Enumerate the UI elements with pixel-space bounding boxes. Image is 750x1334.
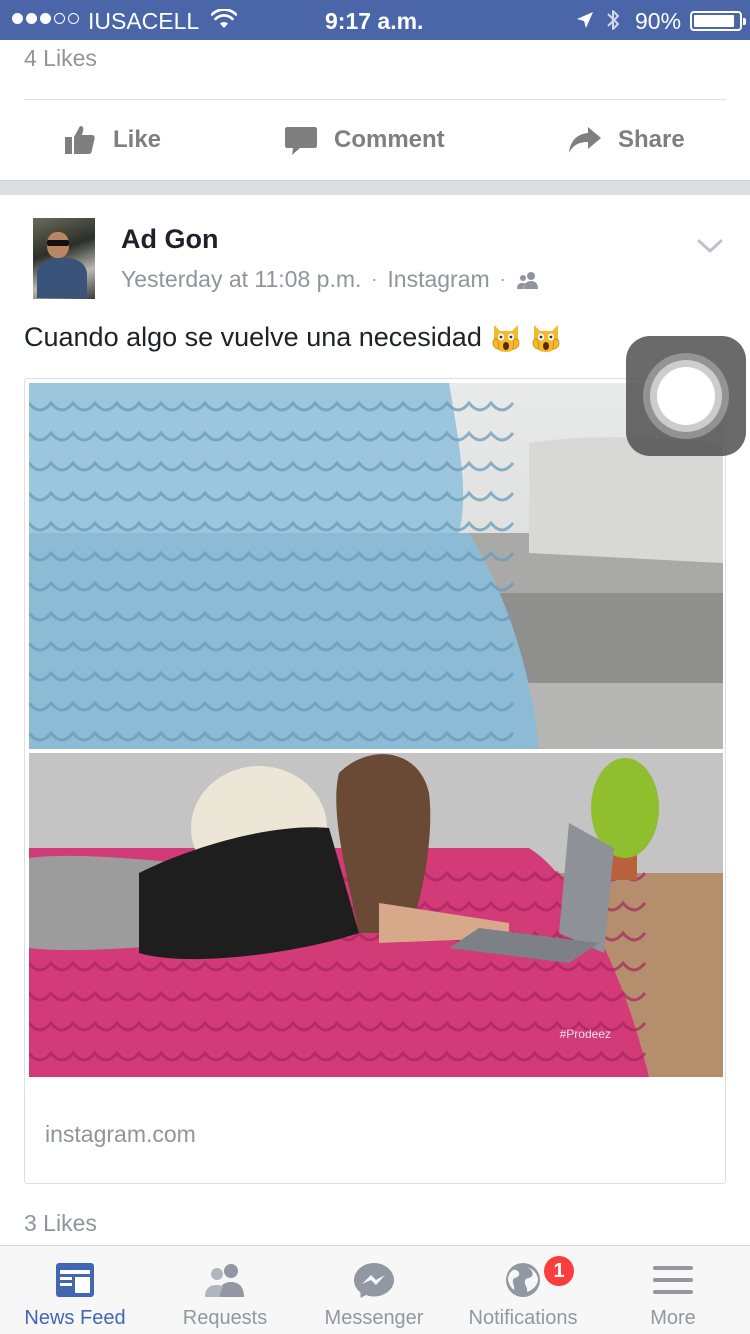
post-author[interactable]: Ad Gon xyxy=(121,224,218,255)
tab-label: Requests xyxy=(182,1307,268,1329)
tab-label: Messenger xyxy=(324,1307,424,1329)
clock: 9:17 a.m. xyxy=(325,8,424,34)
post-timestamp[interactable]: Yesterday at 11:08 p.m. xyxy=(121,266,361,293)
tab-bar: News Feed Requests Messenger 1 Notificat… xyxy=(0,1245,750,1334)
signal-strength-icon xyxy=(12,13,79,24)
battery-icon xyxy=(690,11,746,31)
scream-cat-emoji-icon xyxy=(492,325,520,352)
comment-label: Comment xyxy=(334,126,445,153)
globe-icon xyxy=(506,1263,540,1297)
knit-blanket-image xyxy=(29,383,723,749)
tab-messenger[interactable]: Messenger xyxy=(299,1246,449,1334)
post-source[interactable]: Instagram xyxy=(387,266,489,293)
share-button[interactable]: Share xyxy=(568,100,685,180)
battery-percent: 90% xyxy=(635,8,682,34)
carrier-name: IUSACELL xyxy=(88,8,200,34)
scream-cat-emoji-icon xyxy=(532,325,560,352)
photo-credit: #Prodeez xyxy=(559,1027,611,1041)
knit-rug-photo[interactable]: #Prodeez xyxy=(29,753,723,1077)
post-meta: Yesterday at 11:08 p.m. · Instagram · xyxy=(121,266,540,293)
avatar[interactable] xyxy=(33,218,95,299)
chevron-down-icon[interactable] xyxy=(696,236,724,256)
link-preview-card[interactable]: #Prodeez instagram.com xyxy=(24,378,726,1184)
post-action-bar: Like Comment Share xyxy=(0,100,750,180)
post-message-text: Cuando algo se vuelve una necesidad xyxy=(24,321,482,352)
link-domain[interactable]: instagram.com xyxy=(45,1121,196,1148)
messenger-icon xyxy=(354,1263,394,1298)
post-message: Cuando algo se vuelve una necesidad xyxy=(24,321,562,353)
news-feed-icon xyxy=(56,1263,94,1297)
tab-notifications[interactable]: 1 Notifications xyxy=(448,1246,598,1334)
meta-separator: · xyxy=(499,269,506,289)
tab-label: More xyxy=(650,1307,696,1329)
tab-requests[interactable]: Requests xyxy=(150,1246,300,1334)
friends-audience-icon[interactable] xyxy=(516,270,540,290)
share-label: Share xyxy=(618,126,685,153)
meta-separator: · xyxy=(371,269,378,289)
previous-post-likes[interactable]: 4 Likes xyxy=(24,45,97,72)
bluetooth-icon xyxy=(607,10,619,30)
feed-separator xyxy=(0,180,750,195)
requests-icon xyxy=(205,1264,244,1297)
tab-more[interactable]: More xyxy=(598,1246,748,1334)
tab-label: Notifications xyxy=(468,1307,578,1329)
notification-badge: 1 xyxy=(542,1254,576,1288)
post-likes[interactable]: 3 Likes xyxy=(24,1210,97,1237)
tab-news-feed[interactable]: News Feed xyxy=(0,1246,150,1334)
location-arrow-icon xyxy=(577,12,593,28)
like-label: Like xyxy=(113,126,162,153)
wifi-icon xyxy=(211,9,237,28)
tab-label: News Feed xyxy=(24,1307,126,1329)
comment-button[interactable]: Comment xyxy=(284,100,445,180)
comment-bubble-icon xyxy=(285,127,317,155)
knit-rug-image xyxy=(29,753,723,1077)
like-button[interactable]: Like xyxy=(63,100,161,180)
knit-blanket-photo[interactable] xyxy=(29,383,723,749)
menu-icon xyxy=(653,1266,693,1294)
status-bar: IUSACELL 9:17 a.m. 90% xyxy=(0,0,750,40)
thumbs-up-icon xyxy=(65,126,95,154)
share-arrow-icon xyxy=(569,127,601,153)
assistive-touch-button[interactable] xyxy=(626,336,746,456)
